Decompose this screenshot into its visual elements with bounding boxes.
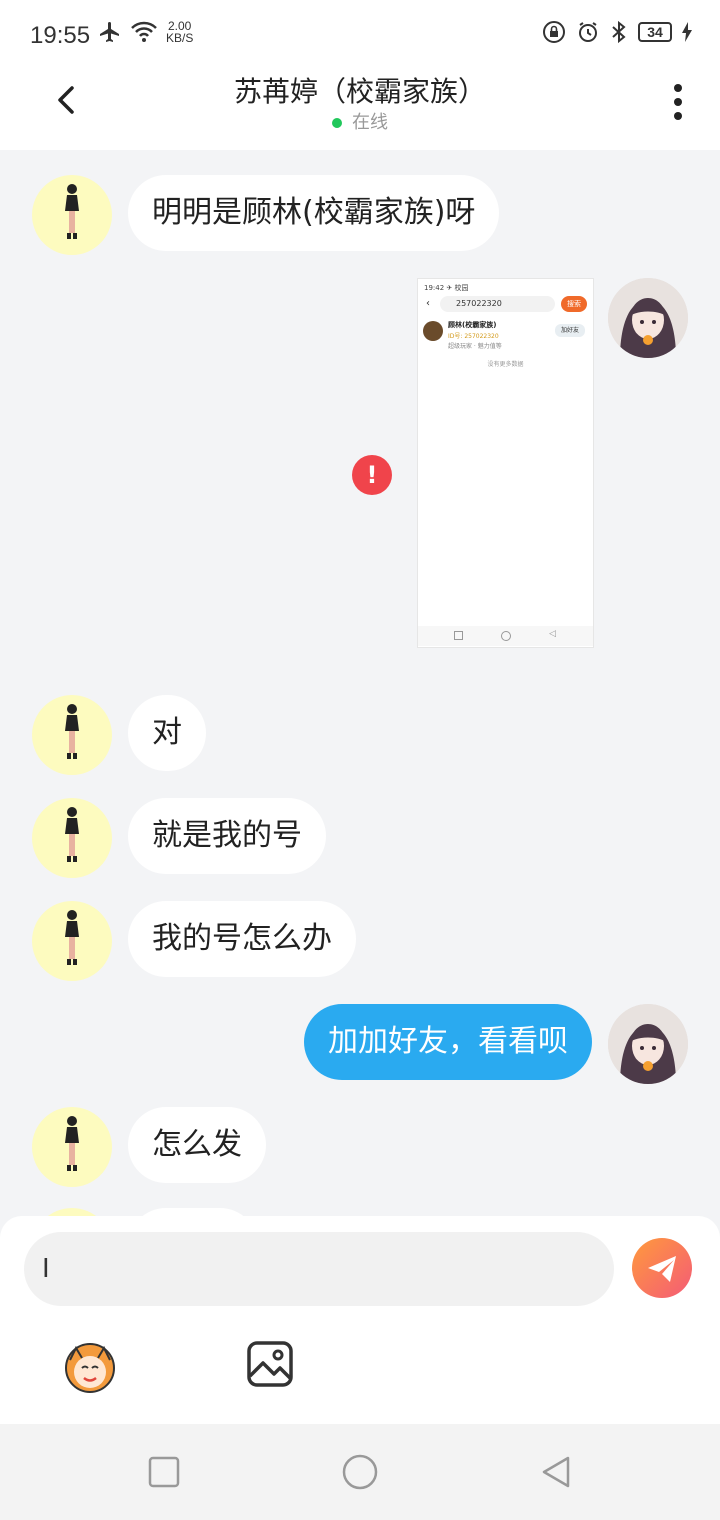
message-bubble[interactable]: 对 (128, 695, 206, 771)
message-bubble[interactable]: 怎么发 (128, 1107, 266, 1183)
home-icon[interactable] (340, 1452, 380, 1492)
status-icons-right: 34 (542, 20, 692, 44)
embedded-nav-back: ◁ (549, 629, 556, 639)
system-nav-bar (0, 1424, 720, 1520)
message-bubble[interactable]: 就是我的号 (128, 798, 326, 874)
embedded-add-button: 加好友 (555, 324, 585, 337)
embedded-nav-square (454, 631, 463, 640)
composer-panel (0, 1216, 720, 1424)
embedded-search-button: 搜索 (561, 296, 587, 312)
embedded-nav-bar: ◁ (418, 626, 593, 646)
net-speed: 2.00 KB/S (166, 20, 193, 44)
status-icons-left: 2.00 KB/S (98, 20, 193, 44)
embedded-result-sub: 超级玩家 · 魅力值等 (448, 343, 502, 350)
contact-name: 苏苒婷（校霸家族） (233, 75, 486, 108)
contact-avatar-figure (65, 910, 79, 965)
embedded-nav-circle (501, 631, 511, 641)
message-bubble-sent[interactable]: 加加好友，看看呗 (304, 1004, 592, 1080)
my-avatar[interactable] (608, 1004, 688, 1084)
battery-indicator: 34 (638, 22, 672, 42)
my-avatar[interactable] (608, 278, 688, 358)
contact-avatar[interactable] (32, 695, 112, 775)
image-message[interactable]: 19:42 ✈ 校园 ‹ 257022320 搜索 顾林(校霸家族) ID号: … (417, 278, 594, 648)
message-bubble-partial[interactable] (128, 1208, 258, 1216)
contact-avatar-figure (65, 1116, 79, 1171)
recents-icon[interactable] (146, 1454, 182, 1490)
contact-avatar[interactable] (32, 1208, 112, 1216)
charging-icon (682, 22, 692, 42)
contact-avatar-figure (65, 704, 79, 759)
rotation-lock-icon (543, 21, 565, 43)
contact-avatar[interactable] (32, 1107, 112, 1187)
message-bubble[interactable]: 我的号怎么办 (128, 901, 356, 977)
contact-avatar-figure (65, 184, 79, 239)
airplane-icon (100, 22, 119, 42)
online-dot (332, 118, 342, 128)
embedded-search: 257022320 (440, 296, 555, 312)
embedded-status: 19:42 ✈ 校园 (424, 284, 469, 292)
embedded-no-more: 没有更多数据 (487, 361, 524, 368)
back-nav-icon[interactable] (538, 1454, 574, 1490)
send-failed-icon[interactable]: ! (352, 455, 392, 495)
contact-avatar-figure (65, 807, 79, 862)
net-speed-unit: KB/S (166, 31, 194, 45)
send-button[interactable] (632, 1238, 692, 1298)
contact-avatar[interactable] (32, 798, 112, 878)
wifi-icon (131, 21, 157, 42)
my-avatar-figure (608, 278, 688, 358)
embedded-result-name: 顾林(校霸家族) (448, 321, 497, 329)
status-bar: 19:55 2.00 KB/S 34 (0, 0, 720, 70)
more-vertical-icon[interactable] (670, 82, 686, 122)
online-status: 在线 (0, 108, 720, 134)
bluetooth-icon (612, 20, 626, 44)
online-status-text: 在线 (352, 112, 388, 133)
message-bubble[interactable]: 明明是顾林(校霸家族)呀 (128, 175, 500, 251)
emoji-icon[interactable] (60, 1336, 120, 1396)
my-avatar-figure (608, 1004, 688, 1084)
contact-avatar[interactable] (32, 175, 112, 255)
embedded-back-icon: ‹ (426, 298, 430, 309)
send-icon (648, 1256, 676, 1282)
image-icon[interactable] (246, 1340, 294, 1388)
status-time: 19:55 (30, 22, 91, 49)
embedded-result-id: ID号: 257022320 (448, 333, 499, 340)
embedded-result-avatar (423, 321, 443, 341)
alarm-icon (579, 22, 597, 42)
contact-avatar[interactable] (32, 901, 112, 981)
chat-header: 苏苒婷（校霸家族） 在线 (0, 70, 720, 150)
message-list[interactable]: 明明是顾林(校霸家族)呀 19:42 ✈ 校园 ‹ 257022320 搜索 顾… (0, 150, 720, 1216)
message-input[interactable] (24, 1232, 614, 1306)
